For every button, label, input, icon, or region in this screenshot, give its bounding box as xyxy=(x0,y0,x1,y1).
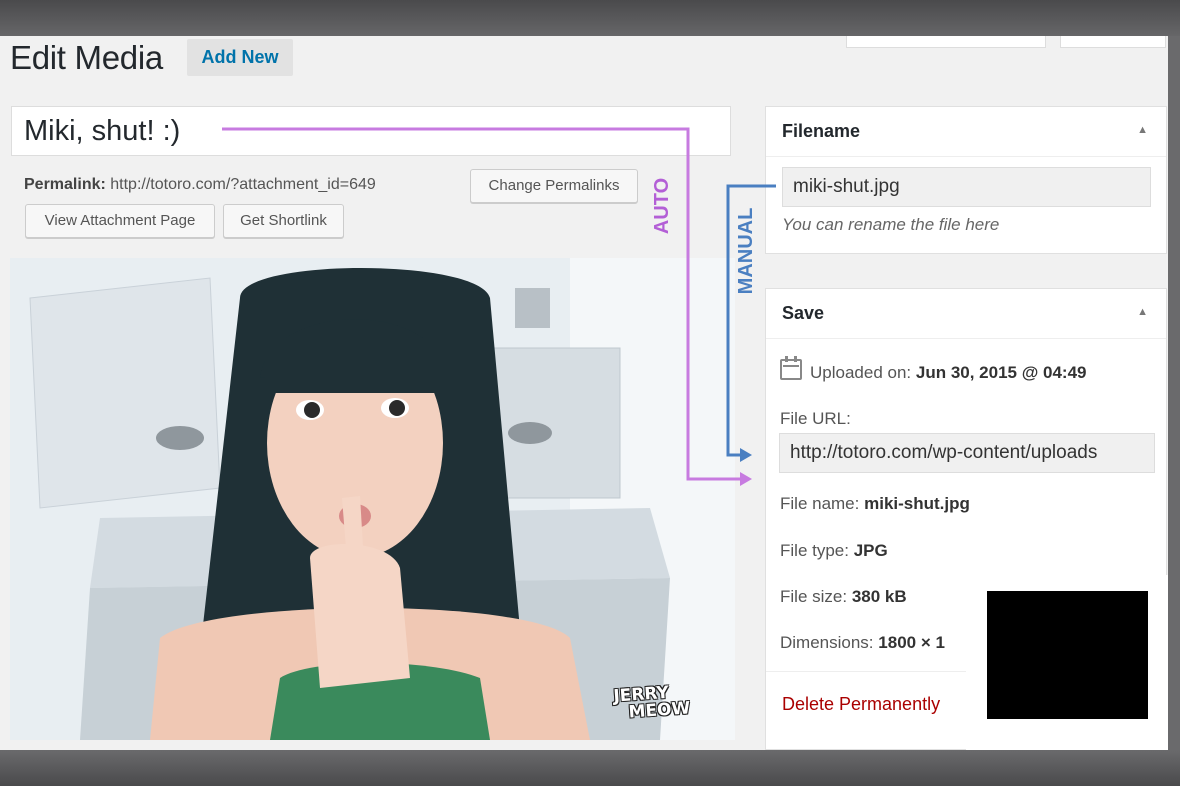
jerry-meow-watermark: JERRY MEOW xyxy=(612,682,691,723)
screen-options-button[interactable] xyxy=(846,36,1046,48)
media-title-text: Miki, shut! :) xyxy=(24,115,181,147)
save-panel-title: Save xyxy=(782,303,825,323)
monitor-bezel-bottom xyxy=(0,750,1180,786)
edit-media-screen: Edit Media Add New Miki, shut! :) Permal… xyxy=(0,36,1168,750)
uploaded-on-row: Uploaded on: Jun 30, 2015 @ 04:49 xyxy=(780,356,1087,383)
help-button[interactable] xyxy=(1060,36,1166,48)
filename-hint: You can rename the file here xyxy=(782,215,1000,234)
page-title: Edit Media xyxy=(10,39,163,76)
file-url-field[interactable]: http://totoro.com/wp-content/uploads xyxy=(779,433,1155,473)
filename-panel: Filename ▲ miki-shut.jpg You can rename … xyxy=(765,106,1167,254)
manual-annotation-label: MANUAL xyxy=(735,208,757,295)
media-preview-image: JERRY MEOW xyxy=(10,258,735,740)
save-panel-header[interactable]: Save ▲ xyxy=(766,289,1166,339)
collapse-arrow-icon[interactable]: ▲ xyxy=(1137,306,1148,318)
file-name-row: File name: miki-shut.jpg xyxy=(780,494,970,513)
view-attachment-page-button[interactable]: View Attachment Page xyxy=(25,204,215,238)
file-url-label: File URL: xyxy=(780,409,851,428)
filename-panel-title: Filename xyxy=(782,121,861,141)
monitor-bezel-top xyxy=(0,0,1180,36)
delete-permanently-link[interactable]: Delete Permanently xyxy=(782,694,940,715)
media-title-field[interactable]: Miki, shut! :) xyxy=(11,106,731,156)
file-name-value: miki-shut.jpg xyxy=(864,494,970,513)
permalink-url[interactable]: http://totoro.com/?attachment_id=649 xyxy=(110,176,376,193)
get-shortlink-button[interactable]: Get Shortlink xyxy=(223,204,344,238)
collapse-arrow-icon[interactable]: ▲ xyxy=(1137,124,1148,136)
dimensions-row: Dimensions: 1800 × 1 xyxy=(780,633,945,652)
auto-annotation-label: AUTO xyxy=(651,178,673,234)
uploaded-on-value: Jun 30, 2015 @ 04:49 xyxy=(915,363,1087,382)
permalink-label: Permalink: xyxy=(24,176,106,193)
photo-illustration xyxy=(10,258,735,740)
dimensions-value: 1800 × 1 xyxy=(878,633,945,652)
redaction-block xyxy=(987,591,1148,719)
filename-panel-header[interactable]: Filename ▲ xyxy=(766,107,1166,157)
filename-input[interactable]: miki-shut.jpg xyxy=(782,167,1151,207)
change-permalinks-button[interactable]: Change Permalinks xyxy=(470,169,638,203)
file-size-row: File size: 380 kB xyxy=(780,587,907,606)
permalink-row: Permalink: http://totoro.com/?attachment… xyxy=(24,176,376,194)
calendar-icon xyxy=(780,356,802,380)
file-type-row: File type: JPG xyxy=(780,541,888,560)
file-size-value: 380 kB xyxy=(851,587,907,606)
monitor-bezel-right xyxy=(1168,36,1180,750)
file-type-value: JPG xyxy=(853,541,888,560)
add-new-button[interactable]: Add New xyxy=(187,39,293,76)
redaction-box xyxy=(966,575,1168,750)
